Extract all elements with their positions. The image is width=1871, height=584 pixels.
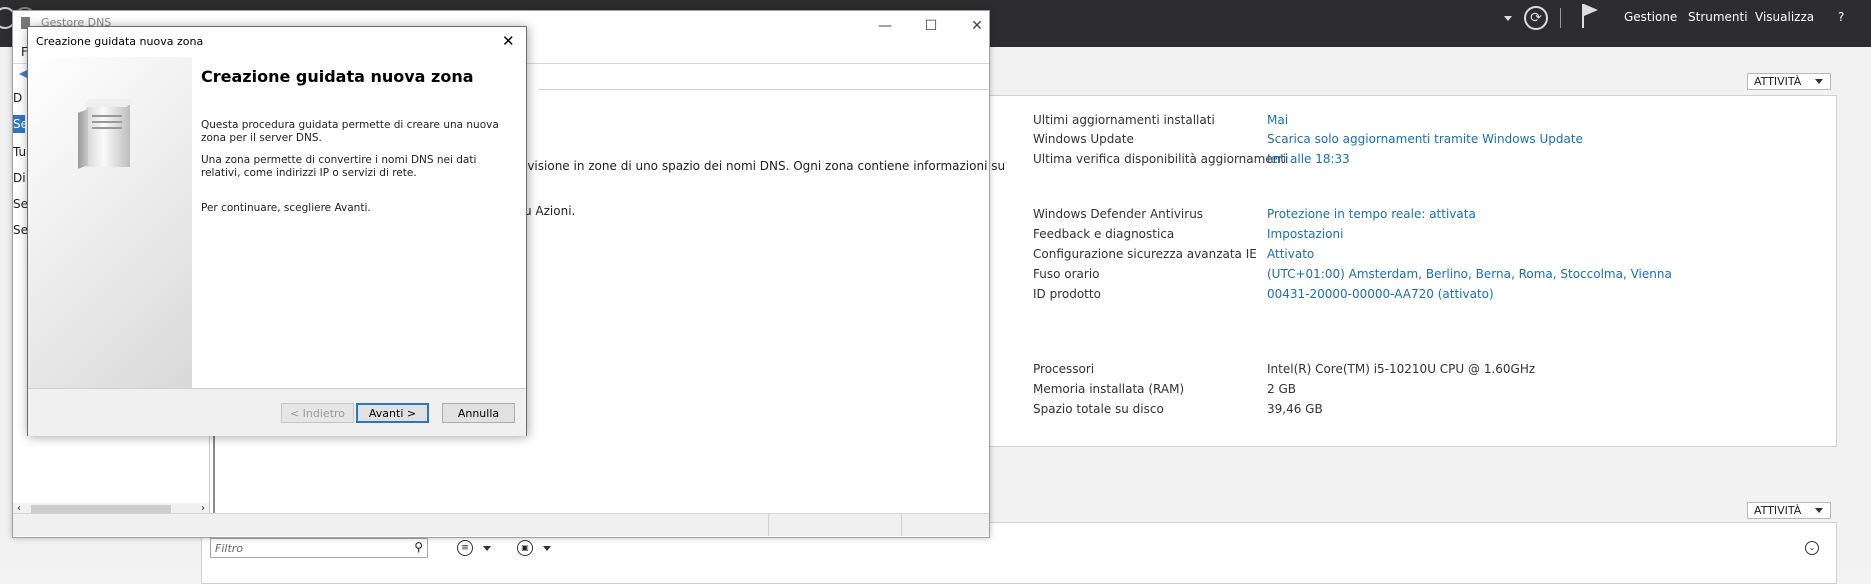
prop-label: Ultimi aggiornamenti installati bbox=[1033, 113, 1215, 127]
dropdown-arrow-icon[interactable] bbox=[1504, 16, 1512, 21]
dns-description-line: u Azioni. bbox=[524, 204, 576, 218]
back-button[interactable]: < Indietro bbox=[281, 403, 354, 423]
prop-value-ram: 2 GB bbox=[1267, 382, 1296, 396]
header-separator bbox=[1560, 8, 1561, 28]
wizard-title: Creazione guidata nuova zona bbox=[36, 35, 204, 48]
prop-label: Spazio totale su disco bbox=[1033, 402, 1164, 416]
prop-label: Feedback e diagnostica bbox=[1033, 227, 1175, 241]
dns-description-line: ivisione in zone di uno spazio dei nomi … bbox=[524, 159, 1006, 173]
save-query-icon[interactable]: ▣ bbox=[517, 540, 533, 556]
toolbar-area bbox=[538, 67, 988, 90]
prop-label: Processori bbox=[1033, 362, 1095, 376]
prop-value-ie-esc[interactable]: Attivato bbox=[1267, 247, 1314, 261]
expand-panel-icon[interactable]: ⌄ bbox=[1805, 541, 1819, 555]
prop-label: Memoria installata (RAM) bbox=[1033, 382, 1185, 396]
prop-value-feedback[interactable]: Impostazioni bbox=[1267, 227, 1343, 241]
tasks-dropdown-events[interactable]: ATTIVITÀ bbox=[1747, 502, 1831, 519]
chevron-down-icon[interactable] bbox=[483, 546, 491, 551]
prop-value-last-check[interactable]: Ieri alle 18:33 bbox=[1267, 152, 1350, 166]
prop-value-defender[interactable]: Protezione in tempo reale: attivata bbox=[1267, 207, 1476, 221]
chevron-down-icon[interactable] bbox=[543, 546, 551, 551]
tasks-label: ATTIVITÀ bbox=[1754, 75, 1802, 88]
prop-value-processor: Intel(R) Core(TM) i5-10210U CPU @ 1.60GH… bbox=[1267, 362, 1536, 376]
maximize-button[interactable]: ☐ bbox=[917, 18, 945, 36]
server-icon bbox=[78, 99, 134, 169]
wizard-titlebar: Creazione guidata nuova zona ✕ bbox=[28, 27, 526, 57]
chevron-down-icon bbox=[1815, 508, 1823, 513]
prop-value-timezone[interactable]: (UTC+01:00) Amsterdam, Berlino, Berna, R… bbox=[1267, 267, 1672, 281]
list-options-icon[interactable]: ≡ bbox=[457, 540, 473, 556]
filter-placeholder: Filtro bbox=[215, 542, 244, 555]
next-button[interactable]: Avanti > bbox=[356, 403, 429, 423]
tree-item[interactable]: Di bbox=[13, 171, 26, 185]
prop-label: Fuso orario bbox=[1033, 267, 1100, 281]
tree-item[interactable]: Se bbox=[13, 117, 28, 131]
refresh-icon[interactable]: ⟳ bbox=[1524, 6, 1548, 30]
menu-visualizza[interactable]: Visualizza bbox=[1755, 10, 1814, 24]
prop-label: ID prodotto bbox=[1033, 287, 1101, 301]
tree-item[interactable]: D bbox=[13, 91, 22, 105]
prop-label: Windows Defender Antivirus bbox=[1033, 207, 1204, 221]
help-button[interactable]: ? bbox=[1838, 10, 1844, 24]
wizard-paragraph: Una zona permette di convertire i nomi D… bbox=[201, 154, 477, 179]
menu-strumenti[interactable]: Strumenti bbox=[1688, 10, 1748, 24]
minimize-button[interactable]: — bbox=[871, 18, 899, 36]
flag-icon[interactable] bbox=[1582, 4, 1598, 28]
search-icon[interactable]: ⚲ bbox=[414, 540, 423, 554]
tree-item[interactable]: Se bbox=[13, 223, 28, 237]
prop-label: Ultima verifica disponibilità aggiorname… bbox=[1033, 152, 1289, 166]
close-icon[interactable]: ✕ bbox=[502, 32, 515, 50]
filter-input[interactable]: Filtro ⚲ bbox=[210, 538, 428, 558]
tree-item[interactable]: Se bbox=[13, 197, 28, 211]
prop-value-windows-update[interactable]: Scarica solo aggiornamenti tramite Windo… bbox=[1267, 132, 1583, 146]
tasks-dropdown-properties[interactable]: ATTIVITÀ bbox=[1747, 73, 1831, 90]
prop-value-last-updates[interactable]: Mai bbox=[1267, 113, 1288, 127]
prop-value-product-id[interactable]: 00431-20000-00000-AA720 (attivato) bbox=[1267, 287, 1494, 301]
chevron-down-icon bbox=[1815, 79, 1823, 84]
tasks-label: ATTIVITÀ bbox=[1754, 504, 1802, 517]
cancel-button[interactable]: Annulla bbox=[442, 403, 515, 423]
dns-status-bar bbox=[13, 513, 989, 536]
wizard-paragraph: Questa procedura guidata permette di cre… bbox=[201, 119, 499, 144]
tree-item[interactable]: Tu bbox=[13, 145, 26, 159]
wizard-side-panel bbox=[28, 57, 192, 388]
prop-label: Configurazione sicurezza avanzata IE bbox=[1033, 247, 1257, 261]
wizard-heading: Creazione guidata nuova zona bbox=[201, 67, 474, 86]
prop-label: Windows Update bbox=[1033, 132, 1134, 146]
menu-gestione[interactable]: Gestione bbox=[1624, 10, 1677, 24]
prop-value-disk: 39,46 GB bbox=[1267, 402, 1323, 416]
wizard-paragraph: Per continuare, scegliere Avanti. bbox=[201, 202, 371, 214]
close-button[interactable]: ✕ bbox=[963, 18, 991, 36]
new-zone-wizard-dialog: Creazione guidata nuova zona ✕ Creazione… bbox=[27, 26, 527, 436]
